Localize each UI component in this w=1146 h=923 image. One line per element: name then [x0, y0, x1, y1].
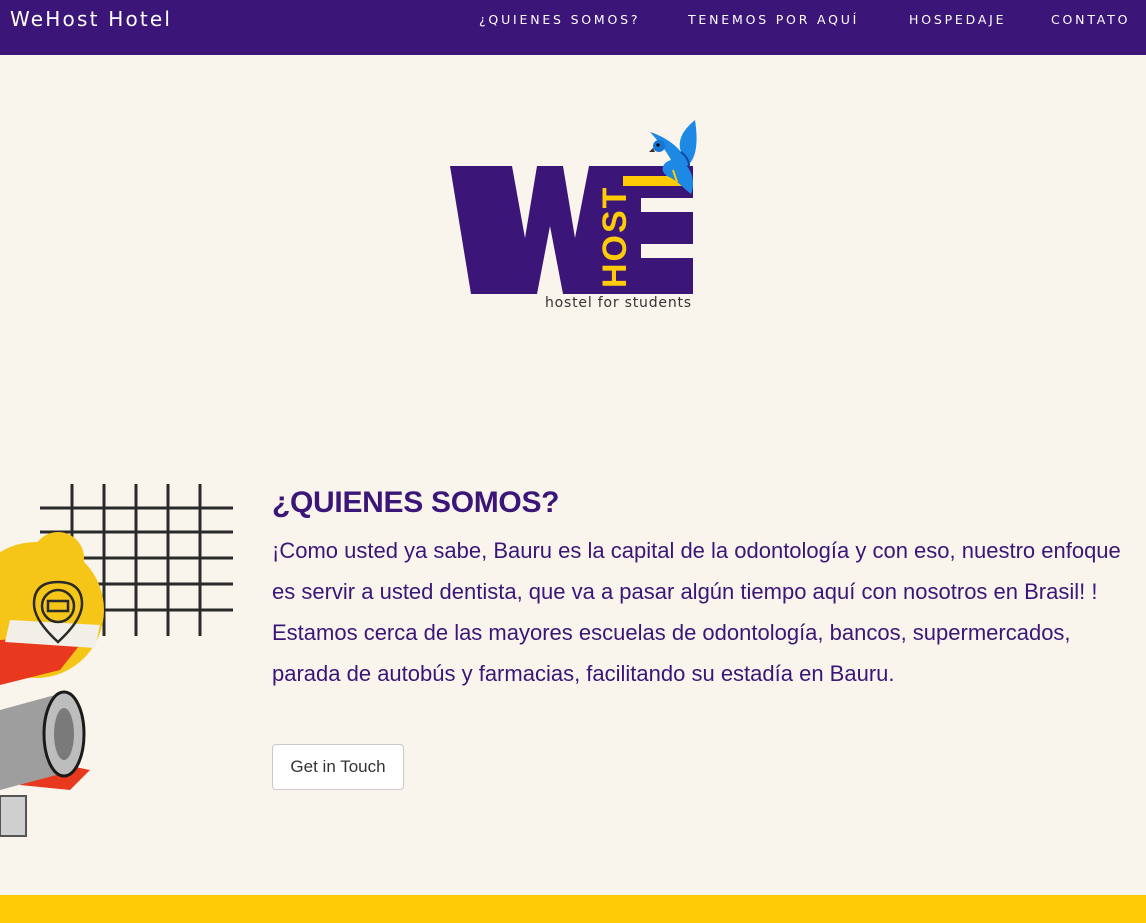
collage-graphic: [0, 484, 233, 837]
main-nav: ¿QUIENES SOMOS? TENEMOS POR AQUÍ HOSPEDA…: [0, 12, 1146, 32]
wehost-logo: HOST hostel for students: [445, 110, 715, 320]
nav-quienes-somos[interactable]: ¿QUIENES SOMOS?: [479, 12, 640, 27]
about-title: ¿QUIENES SOMOS?: [272, 486, 560, 519]
top-navbar: WeHost Hotel ¿QUIENES SOMOS? TENEMOS POR…: [0, 0, 1146, 55]
decorative-collage: [0, 470, 250, 860]
nav-hospedaje[interactable]: HOSPEDAJE: [909, 12, 1006, 27]
nav-contato[interactable]: CONTATO: [1051, 12, 1130, 27]
nav-tenemos-por-aqui[interactable]: TENEMOS POR AQUÍ: [688, 12, 859, 27]
logo-w-shape: [450, 166, 611, 294]
about-body: ¡Como usted ya sabe, Bauru es la capital…: [272, 538, 1121, 686]
logo-host-text: HOST: [596, 186, 634, 288]
megaphone-icon: [0, 690, 86, 837]
get-in-touch-button[interactable]: Get in Touch: [272, 744, 404, 790]
logo-graphic: HOST hostel for students: [450, 120, 697, 311]
logo-tagline: hostel for students: [545, 295, 692, 311]
footer-band: [0, 895, 1146, 923]
